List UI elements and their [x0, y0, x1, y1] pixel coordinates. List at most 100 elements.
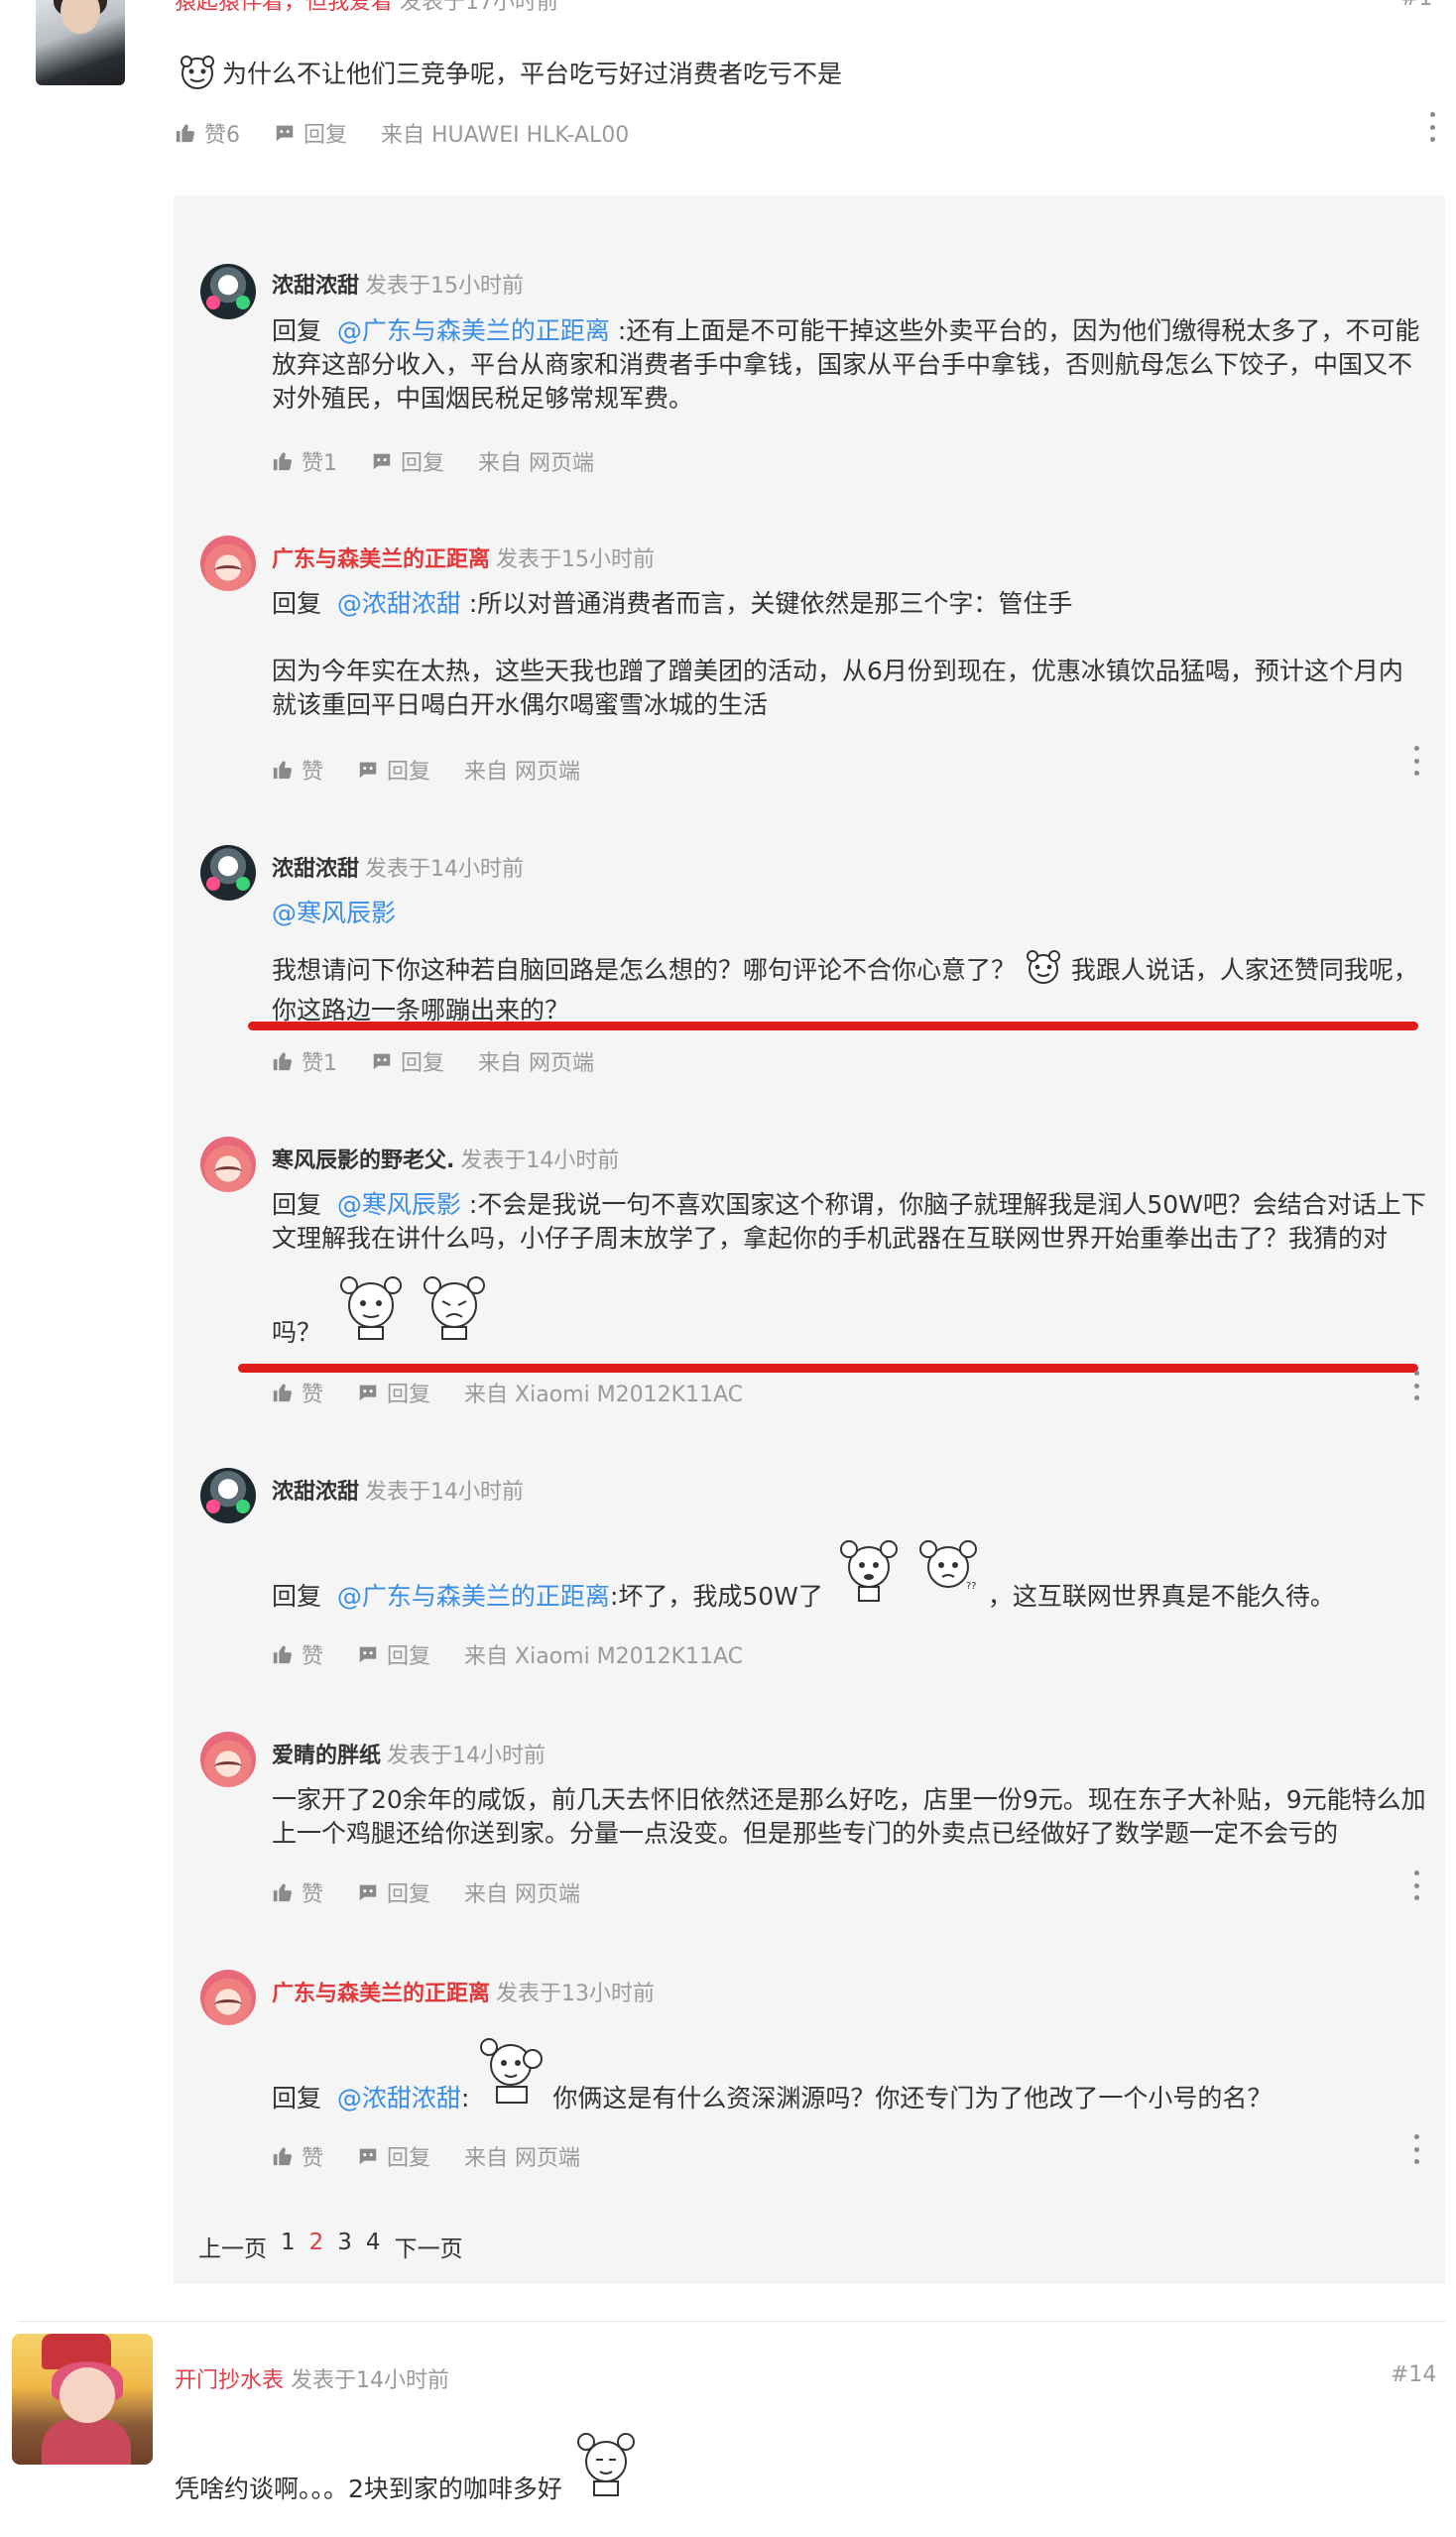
- author-name[interactable]: 广东与森美兰的正距离: [272, 1982, 490, 2006]
- more-vertical-icon[interactable]: [1412, 2134, 1420, 2164]
- reply-label: 回复: [401, 1051, 445, 1076]
- page-link[interactable]: 1: [281, 2230, 296, 2263]
- mention-link[interactable]: @广东与森美兰的正距离: [337, 316, 610, 345]
- comment-author: 开门抄水表 发表于14小时前: [175, 2362, 449, 2394]
- next-page-link[interactable]: 下一页: [395, 2230, 463, 2263]
- like-button[interactable]: 赞: [272, 1377, 323, 1408]
- reply-body: ，这互联网世界真是不能久待。: [987, 1582, 1335, 1611]
- reply-author[interactable]: 浓甜浓甜 发表于14小时前: [272, 1474, 524, 1506]
- reply-text: 回复 @广东与森美兰的正距离 :还有上面是不可能干掉这些外卖平台的，因为他们缴得…: [272, 314, 1427, 416]
- reply-button[interactable]: 回复: [274, 117, 347, 149]
- more-vertical-icon[interactable]: [1412, 1371, 1420, 1400]
- author-name[interactable]: 浓甜浓甜: [272, 857, 359, 882]
- reply-button[interactable]: 回复: [357, 1377, 430, 1408]
- reply-author[interactable]: 广东与森美兰的正距离 发表于15小时前: [272, 542, 655, 573]
- author-name[interactable]: 爱睛的胖纸: [272, 1744, 381, 1768]
- reply-text: 回复 @寒风辰影 :不会是我说一句不喜欢国家这个称谓，你脑子就理解我是润人50W…: [272, 1188, 1427, 1256]
- reply-author[interactable]: 广东与森美兰的正距离 发表于13小时前: [272, 1976, 655, 2007]
- author-name[interactable]: 浓甜浓甜: [272, 1480, 359, 1505]
- post-time: 发表于15小时前: [365, 274, 525, 299]
- source-device: 来自 网页端: [464, 1882, 581, 1907]
- reply-button[interactable]: 回复: [357, 1876, 430, 1908]
- more-vertical-icon[interactable]: [1412, 746, 1420, 776]
- thumb-up-icon: [273, 1384, 293, 1402]
- reply-author[interactable]: 爱睛的胖纸 发表于14小时前: [272, 1738, 546, 1769]
- author-name[interactable]: 寒风辰影的野老父.: [272, 1148, 454, 1173]
- mention-link[interactable]: @广东与森美兰的正距离: [337, 1580, 610, 1614]
- reply-text: 我想请问下你这种若自脑回路是怎么想的？哪句评论不合你心意了？ 我跟人说话，人家还…: [272, 949, 1427, 1027]
- avatar[interactable]: [36, 0, 125, 85]
- reply-icon: [373, 453, 391, 470]
- reply-label: 回复: [303, 123, 348, 148]
- page-link[interactable]: 3: [337, 2230, 352, 2263]
- author-name[interactable]: 开门抄水表: [175, 2368, 284, 2393]
- post-time: 发表于14小时前: [460, 1148, 620, 1173]
- like-button[interactable]: 赞1: [272, 1045, 337, 1077]
- like-count: 赞1: [302, 1051, 337, 1076]
- avatar[interactable]: [12, 2334, 153, 2465]
- reply-button[interactable]: 回复: [357, 2140, 430, 2172]
- reply-label: 回复: [387, 1383, 431, 1407]
- like-button[interactable]: 赞: [272, 754, 323, 785]
- reply-author[interactable]: 浓甜浓甜 发表于14小时前: [272, 851, 524, 883]
- prev-page-link[interactable]: 上一页: [198, 2230, 267, 2263]
- post-time: 发表于15小时前: [496, 547, 656, 572]
- like-button[interactable]: 赞1: [272, 445, 337, 477]
- reply-text: 回复 @浓甜浓甜 : 你俩这是有什么资深渊源吗？你还专门为了他改了一个小号的名？: [272, 2035, 1427, 2115]
- reply-icon: [359, 1385, 377, 1401]
- author-name[interactable]: 广东与森美兰的正距离: [272, 547, 490, 572]
- reply-body: :所以对普通消费者而言，关键依然是那三个字：管住手: [468, 589, 1073, 618]
- reply-button[interactable]: 回复: [357, 1638, 430, 1670]
- comment-body: 凭啥约谈啊。。。2块到家的咖啡多好: [175, 2475, 562, 2503]
- comment-text: 凭啥约谈啊。。。2块到家的咖啡多好: [175, 2430, 646, 2505]
- avatar[interactable]: [200, 845, 256, 901]
- reply-actions: 赞 回复 来自 网页端: [272, 1876, 614, 1908]
- reply-button[interactable]: 回复: [371, 445, 444, 477]
- reply-label: 回复: [387, 2146, 431, 2171]
- emoji-sticker: [331, 1271, 411, 1350]
- more-vertical-icon[interactable]: [1412, 1871, 1420, 1900]
- divider: [18, 2321, 1446, 2322]
- avatar[interactable]: [200, 264, 256, 319]
- reply-author[interactable]: 寒风辰影的野老父. 发表于14小时前: [272, 1143, 619, 1174]
- more-vertical-icon[interactable]: [1428, 112, 1436, 142]
- author-name[interactable]: 浓甜浓甜: [272, 274, 359, 299]
- reply-body: :坏了，我成50W了: [609, 1582, 823, 1611]
- reply-body: 我跟人说话，人家还赞同我呢，: [1070, 955, 1418, 985]
- mention-link[interactable]: @寒风辰影: [272, 897, 1427, 930]
- mention-link[interactable]: @浓甜浓甜: [337, 589, 461, 618]
- emoji-sticker: [473, 2035, 552, 2115]
- post-time: 发表于14小时前: [365, 857, 525, 882]
- thumb-up-icon: [273, 1052, 293, 1071]
- like-count: 赞: [302, 1644, 324, 1669]
- reply-button[interactable]: 回复: [357, 754, 430, 785]
- mention-link[interactable]: @浓甜浓甜: [337, 2082, 461, 2115]
- avatar[interactable]: [200, 1137, 256, 1192]
- author-name[interactable]: 猿起猿伴着，但我爱着: [175, 0, 393, 15]
- reply-author[interactable]: 浓甜浓甜 发表于15小时前: [272, 268, 524, 300]
- reply-prefix: 回复: [272, 1190, 322, 1219]
- comment-body: 为什么不让他们三竞争呢，平台吃亏好过消费者吃亏不是: [222, 60, 843, 88]
- like-button[interactable]: 赞: [272, 1638, 323, 1670]
- avatar[interactable]: [200, 1970, 256, 2025]
- mention-link[interactable]: @寒风辰影: [337, 1190, 461, 1219]
- reply-body: 我想请问下你这种若自脑回路是怎么想的？哪句评论不合你心意了？: [272, 955, 1017, 985]
- comment-author[interactable]: 猿起猿伴着，但我爱着 发表于17小时前: [175, 0, 558, 16]
- page-link-current[interactable]: 2: [309, 2230, 324, 2263]
- reply-body: 吗？: [272, 1318, 322, 1347]
- like-count: 赞: [302, 1882, 324, 1907]
- reply-button[interactable]: 回复: [371, 1045, 444, 1077]
- like-button[interactable]: 赞: [272, 2140, 323, 2172]
- like-button[interactable]: 赞: [272, 1876, 323, 1908]
- reply-text: 一家开了20余年的咸饭，前几天去怀旧依然还是那么好吃，店里一份9元。现在东子大补…: [272, 1785, 1426, 1848]
- source-device: 来自 Xiaomi M2012K11AC: [464, 1644, 744, 1669]
- like-count: 赞: [302, 1383, 324, 1407]
- reply-icon: [359, 2148, 377, 2165]
- like-button[interactable]: 赞6: [175, 117, 240, 149]
- reply-body-paragraph: 因为今年实在太热，这些天我也蹭了蹭美团的活动，从6月份到现在，优惠冰镇饮品猛喝，…: [272, 657, 1403, 719]
- avatar[interactable]: [200, 1468, 256, 1523]
- avatar[interactable]: [200, 1732, 256, 1787]
- page-link[interactable]: 4: [366, 2230, 381, 2263]
- emoji-sticker: ??: [909, 1535, 988, 1614]
- avatar[interactable]: [200, 536, 256, 591]
